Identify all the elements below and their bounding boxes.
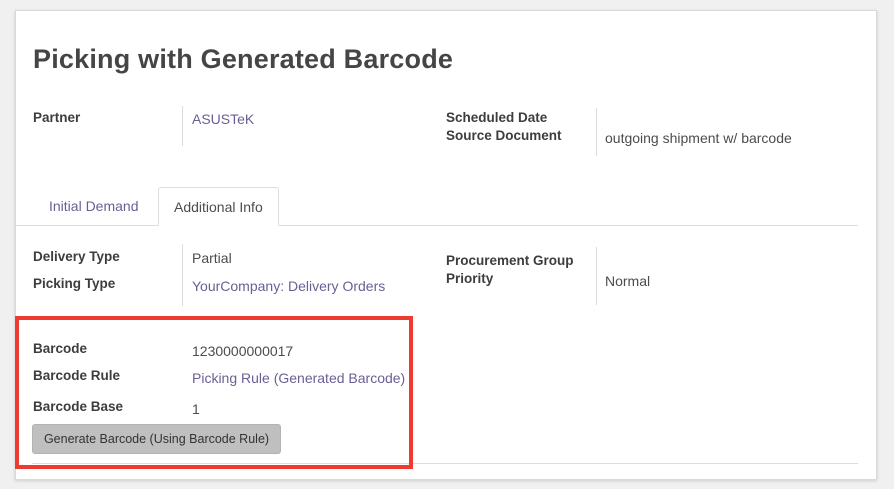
scheduled-date-label: Scheduled Date [446, 110, 548, 125]
generate-barcode-button[interactable]: Generate Barcode (Using Barcode Rule) [32, 424, 281, 454]
procurement-group-label: Procurement Group [446, 253, 574, 268]
tab-additional-info[interactable]: Additional Info [158, 187, 279, 226]
tab-initial-demand[interactable]: Initial Demand [34, 187, 154, 226]
barcode-base-value: 1 [192, 401, 200, 417]
barcode-value: 1230000000017 [192, 343, 294, 359]
partner-link[interactable]: ASUSTeK [192, 111, 254, 127]
partner-label: Partner [33, 110, 81, 125]
field-separator [182, 244, 183, 306]
barcode-base-label: Barcode Base [33, 399, 124, 414]
picking-type-link[interactable]: YourCompany: Delivery Orders [192, 278, 385, 294]
picking-type-label: Picking Type [33, 276, 116, 291]
barcode-rule-label: Barcode Rule [33, 368, 121, 383]
field-separator [596, 108, 597, 156]
form-sheet: Picking with Generated Barcode Partner A… [15, 10, 877, 480]
delivery-type-label: Delivery Type [33, 249, 120, 264]
page-title: Picking with Generated Barcode [33, 44, 454, 74]
section-divider [32, 463, 858, 464]
barcode-label: Barcode [33, 341, 88, 356]
field-separator [596, 247, 597, 305]
source-document-label: Source Document [446, 128, 562, 143]
source-document-value: outgoing shipment w/ barcode [605, 130, 792, 146]
priority-value: Normal [605, 273, 651, 289]
barcode-rule-link[interactable]: Picking Rule (Generated Barcode) [192, 370, 405, 386]
delivery-type-value: Partial [192, 250, 232, 266]
field-separator [182, 106, 183, 146]
priority-label: Priority [446, 271, 494, 286]
